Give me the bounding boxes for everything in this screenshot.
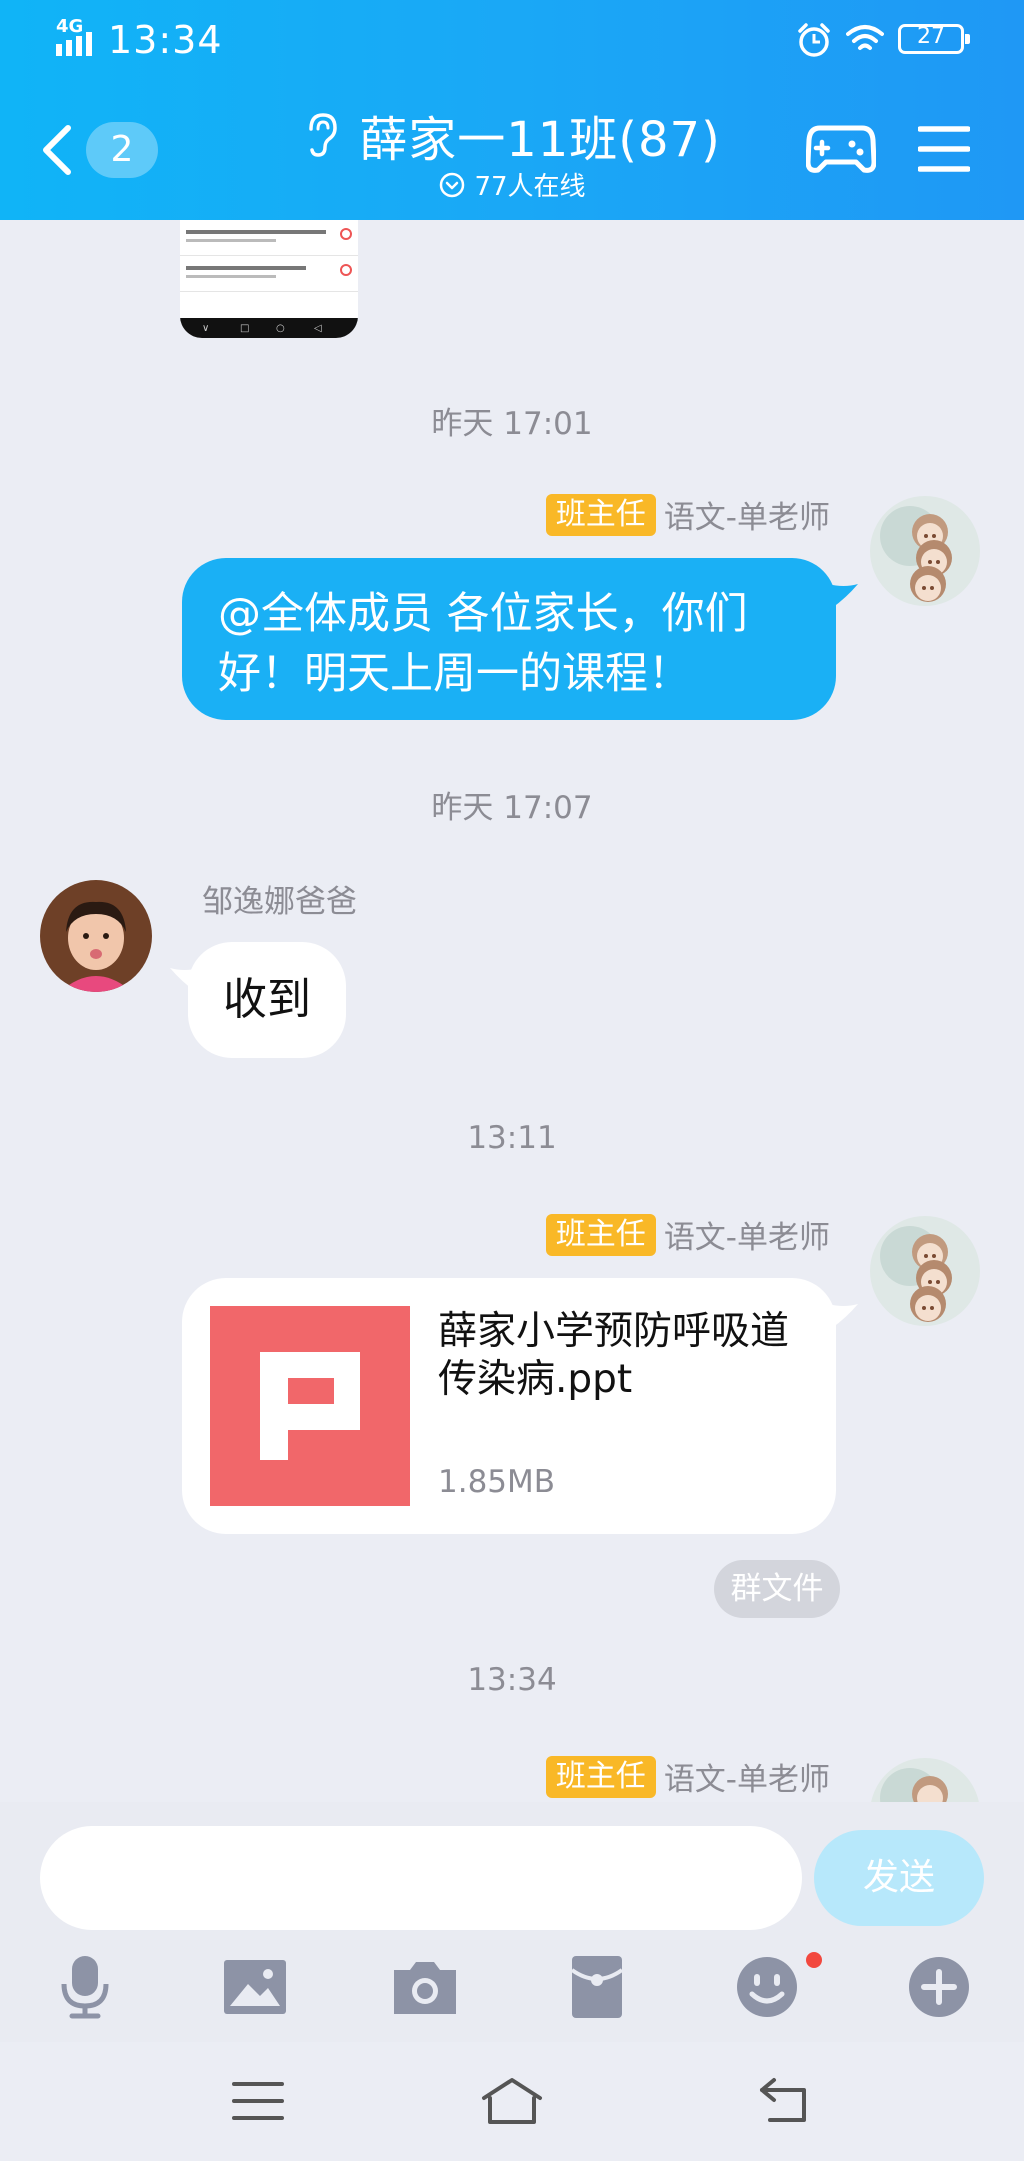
- image-icon[interactable]: [222, 1954, 288, 2020]
- battery-level: 27: [917, 24, 945, 49]
- recent-apps-icon[interactable]: [230, 2076, 286, 2126]
- file-name: 薛家小学预防呼吸道传染病.ppt: [438, 1309, 790, 1402]
- message-bubble[interactable]: 收到: [188, 942, 346, 1058]
- role-badge: 班主任: [545, 493, 656, 536]
- ear-icon: [309, 113, 337, 157]
- teacher-avatar-image: [870, 1758, 980, 1802]
- teacher-avatar-image: [870, 496, 980, 606]
- avatar[interactable]: [40, 880, 152, 992]
- compose-area: 发送: [0, 1802, 1024, 2042]
- wifi-icon: [846, 25, 884, 50]
- compose-toolbar: [0, 1954, 1024, 2044]
- sender-name: 语文-单老师: [663, 1762, 830, 1798]
- sender-info: 班主任 语文-单老师: [545, 1212, 830, 1257]
- role-badge: 班主任: [545, 1755, 656, 1798]
- chat-header: 4G 13:34 27 2 薛家一11班(87) 77人在线: [0, 0, 1024, 220]
- emoji-icon[interactable]: [734, 1954, 800, 2020]
- online-check-icon: [440, 172, 465, 197]
- red-packet-icon[interactable]: [564, 1954, 630, 2020]
- file-size: 1.85MB: [438, 1464, 556, 1500]
- shared-screenshot-image[interactable]: ∨ □ ○ ◁: [180, 220, 358, 338]
- avatar[interactable]: [870, 1216, 980, 1326]
- send-button[interactable]: 发送: [814, 1830, 984, 1926]
- bubble-tail: [828, 584, 858, 608]
- back-nav-icon[interactable]: [756, 2076, 812, 2126]
- message-list[interactable]: ∨ □ ○ ◁ 昨天 17:01 班主任 语文-单老师 @全体成员 各位家长，你们好！…: [0, 220, 1024, 1802]
- plus-icon[interactable]: [906, 1954, 972, 2020]
- sender-info: 班主任 语文-单老师: [545, 1754, 830, 1799]
- status-bar: 4G 13:34 27: [0, 0, 1024, 80]
- message-timestamp: 昨天 17:07: [431, 790, 593, 826]
- bubble-tail: [828, 1304, 858, 1328]
- sender-info: 班主任 语文-单老师: [545, 492, 830, 537]
- message-timestamp: 13:11: [467, 1120, 557, 1156]
- message-bubble[interactable]: @全体成员 各位家长，你们好！明天上周一的课程！: [182, 558, 836, 720]
- sender-name: 语文-单老师: [663, 500, 830, 536]
- clock: 13:34: [108, 18, 223, 62]
- message-timestamp: 昨天 17:01: [431, 406, 593, 442]
- camera-icon[interactable]: [392, 1954, 458, 2020]
- teacher-avatar-image: [870, 1216, 980, 1326]
- gamepad-icon[interactable]: [806, 118, 876, 180]
- ppt-file-icon: [210, 1306, 410, 1506]
- online-count: 77人在线: [474, 172, 586, 202]
- menu-icon[interactable]: [918, 124, 970, 174]
- sender-name: 邹逸娜爸爸: [202, 884, 357, 920]
- home-icon[interactable]: [480, 2076, 544, 2126]
- role-badge: 班主任: [545, 1213, 656, 1256]
- page-title: 薛家一11班(87): [359, 112, 721, 168]
- notification-dot: [806, 1952, 822, 1968]
- network-type: 4G: [56, 16, 84, 37]
- group-file-tag[interactable]: 群文件: [714, 1560, 840, 1618]
- avatar[interactable]: [870, 1758, 980, 1802]
- message-timestamp: 13:34: [467, 1662, 557, 1698]
- message-input[interactable]: [40, 1826, 802, 1930]
- microphone-icon[interactable]: [52, 1954, 118, 2020]
- battery-icon: 27: [898, 24, 970, 54]
- alarm-icon: [798, 23, 830, 57]
- system-nav-bar: [0, 2042, 1024, 2161]
- sender-name: 语文-单老师: [663, 1220, 830, 1256]
- parent-avatar-image: [40, 880, 152, 992]
- file-message-card[interactable]: 薛家小学预防呼吸道传染病.ppt 1.85MB: [182, 1278, 836, 1534]
- avatar[interactable]: [870, 496, 980, 606]
